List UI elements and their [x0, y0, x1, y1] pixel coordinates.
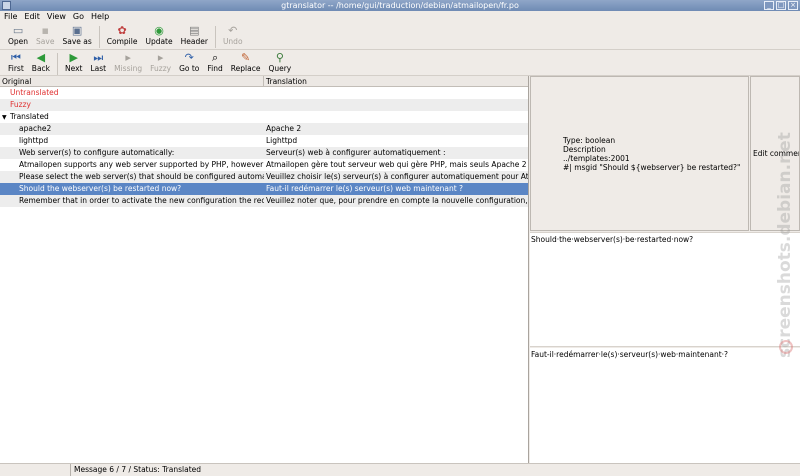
open-button[interactable]: ▭ Open [4, 24, 32, 49]
window-title: gtranslator -- /home/gui/traduction/debi… [281, 1, 519, 10]
replace-icon: ✎ [241, 51, 251, 64]
status-bar: Message 6 / 7 / Status: Translated [0, 463, 800, 476]
query-button[interactable]: ⚲ Query [264, 51, 295, 76]
close-icon[interactable]: × [788, 1, 798, 10]
toolbar-separator [214, 26, 216, 48]
first-icon: ⏮ [10, 51, 21, 64]
back-icon: ◀ [36, 51, 46, 64]
compile-button[interactable]: ✿ Compile [103, 24, 142, 49]
table-row[interactable]: Web server(s) to configure automatically… [0, 147, 528, 159]
column-header-original[interactable]: Original [0, 76, 264, 86]
last-icon: ⏭ [93, 51, 104, 64]
table-row[interactable]: Remember that in order to activate the n… [0, 195, 528, 207]
menu-view[interactable]: View [47, 11, 66, 23]
back-button[interactable]: ◀ Back [28, 51, 54, 76]
fuzzy-button[interactable]: ▸ Fuzzy [146, 51, 175, 76]
header-button[interactable]: ▤ Header [177, 24, 212, 49]
undo-icon: ↶ [228, 24, 238, 37]
undo-button[interactable]: ↶ Undo [219, 24, 247, 49]
window-controls: _ □ × [764, 1, 798, 10]
table-row-selected[interactable]: Should the webserver(s) be restarted now… [0, 183, 528, 195]
translation-text-editor[interactable]: Faut-il·redémarrer·le(s)·serveur(s)·web·… [530, 348, 800, 463]
update-icon: ◉ [154, 24, 164, 37]
table-row[interactable]: Atmailopen supports any web server suppo… [0, 159, 528, 171]
group-row-untranslated[interactable]: Untranslated [0, 87, 528, 99]
maximize-icon[interactable]: □ [776, 1, 786, 10]
save-as-icon: ▣ [71, 24, 83, 37]
navigation-toolbar: ⏮ First ◀ Back ▶ Next ⏭ Last ▸ Missing ▸… [0, 51, 800, 76]
menu-bar: File Edit View Go Help [0, 11, 800, 23]
menu-edit[interactable]: Edit [24, 11, 40, 23]
update-button[interactable]: ◉ Update [141, 24, 176, 49]
goto-button[interactable]: ↷ Go to [175, 51, 203, 76]
toolbar-separator [57, 53, 59, 75]
progress-area [0, 464, 71, 476]
expander-icon[interactable]: ▼ [2, 112, 10, 123]
query-icon: ⚲ [275, 51, 284, 64]
group-row-fuzzy[interactable]: Fuzzy [0, 99, 528, 111]
open-icon: ▭ [12, 24, 24, 37]
save-button[interactable]: ▪ Save [32, 24, 58, 49]
table-row[interactable]: apache2 Apache 2 [0, 123, 528, 135]
save-as-button[interactable]: ▣ Save as [58, 24, 95, 49]
last-button[interactable]: ⏭ Last [87, 51, 111, 76]
editor-panel: Type: boolean Description ../templates:2… [530, 76, 800, 463]
missing-button[interactable]: ▸ Missing [110, 51, 146, 76]
debian-logo-icon [779, 340, 793, 354]
title-bar[interactable]: gtranslator -- /home/gui/traduction/debi… [0, 0, 800, 11]
watermark: screenshots.debian.net [775, 132, 795, 358]
next-button[interactable]: ▶ Next [61, 51, 86, 76]
find-icon: ⌕ [212, 51, 219, 64]
toolbar-separator [98, 26, 100, 48]
original-text-view[interactable]: Should·the·webserver(s)·be·restarted·now… [530, 232, 800, 347]
goto-icon: ↷ [184, 51, 194, 64]
table-header: Original Translation [0, 76, 528, 87]
save-icon: ▪ [41, 24, 49, 37]
comment-text: Type: boolean Description ../templates:2… [563, 136, 741, 172]
window-menu-icon[interactable] [2, 1, 11, 10]
header-icon: ▤ [189, 24, 200, 37]
first-button[interactable]: ⏮ First [4, 51, 28, 76]
message-table: Original Translation Untranslated Fuzzy … [0, 76, 529, 463]
main-toolbar: ▭ Open ▪ Save ▣ Save as ✿ Compile ◉ Upda… [0, 24, 800, 50]
minimize-icon[interactable]: _ [764, 1, 774, 10]
comment-pane: Type: boolean Description ../templates:2… [530, 76, 749, 231]
compile-icon: ✿ [117, 24, 127, 37]
menu-help[interactable]: Help [91, 11, 109, 23]
menu-go[interactable]: Go [73, 11, 84, 23]
status-text: Message 6 / 7 / Status: Translated [74, 465, 202, 474]
table-row[interactable]: lighttpd Lighttpd [0, 135, 528, 147]
table-row[interactable]: Please select the web server(s) that sho… [0, 171, 528, 183]
column-header-translation[interactable]: Translation [264, 76, 528, 86]
next-icon: ▶ [69, 51, 78, 64]
missing-icon: ▸ [125, 51, 131, 64]
group-row-translated[interactable]: ▼ Translated [0, 111, 528, 123]
fuzzy-icon: ▸ [157, 51, 164, 64]
replace-button[interactable]: ✎ Replace [227, 51, 265, 76]
find-button[interactable]: ⌕ Find [203, 51, 226, 76]
menu-file[interactable]: File [4, 11, 17, 23]
